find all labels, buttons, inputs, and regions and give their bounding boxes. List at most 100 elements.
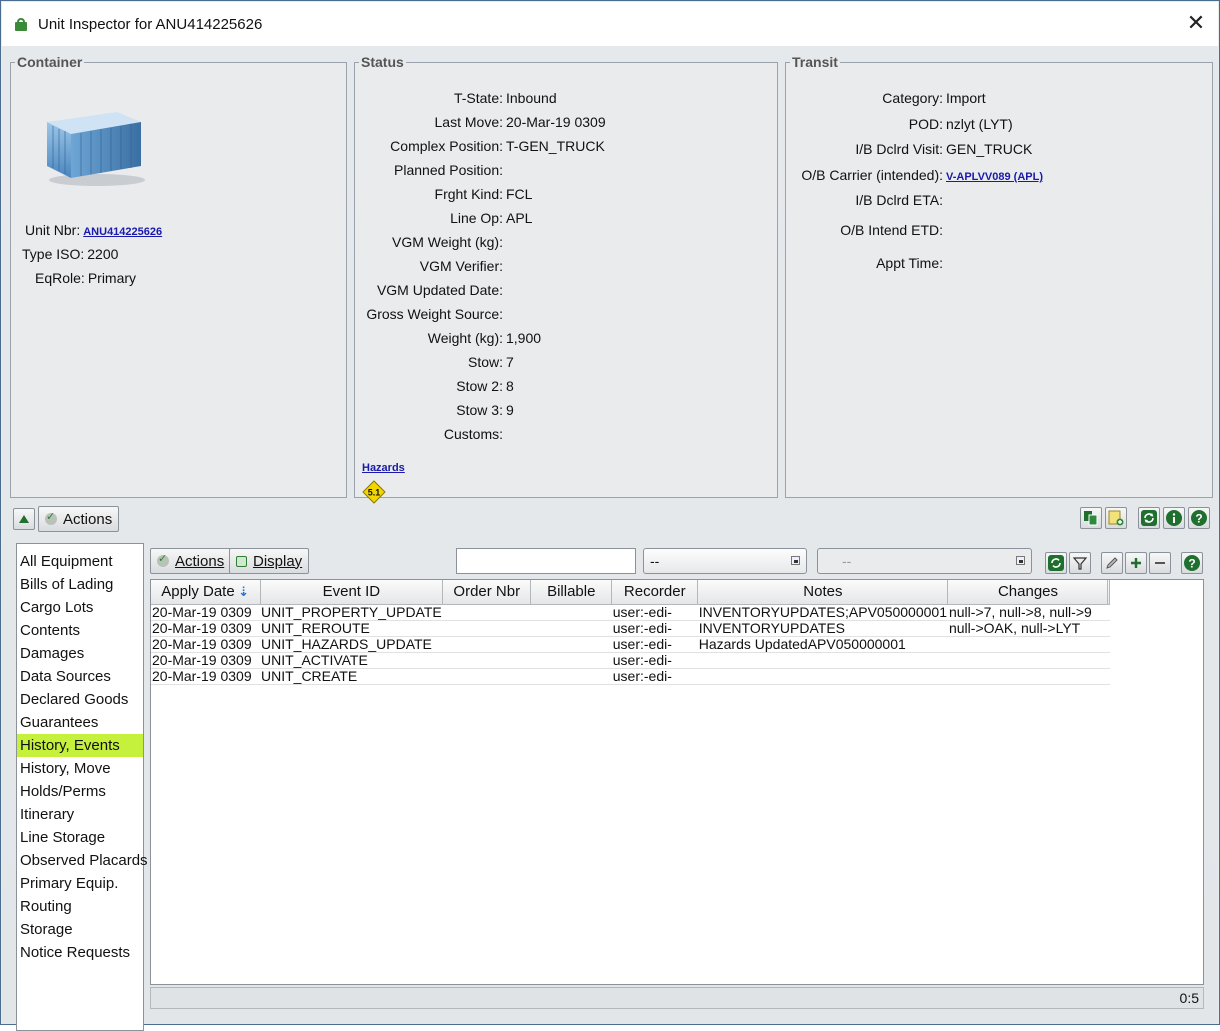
title-bar: Unit Inspector for ANU414225626 ✕ [2,2,1218,46]
status-row: VGM Weight (kg): [355,234,506,250]
refresh-icon [1048,555,1064,571]
status-row: Last Move: 20-Mar-19 0309 [355,114,606,130]
nav-item[interactable]: All Equipment [17,550,143,573]
edit-button[interactable] [1101,552,1123,574]
table-cell: user:-edi- [611,620,698,637]
status-value: 7 [506,354,514,370]
status-row: Stow 2: 8 [355,378,514,394]
table-cell: 20-Mar-19 0309 [151,652,260,669]
table-cell [442,668,531,685]
actions-button[interactable]: Actions [38,506,120,532]
help-button[interactable]: ? [1188,507,1210,529]
unit-nbr-link[interactable]: ANU414225626 [83,226,162,238]
column-header-label: Changes [997,583,1058,601]
transit-value: nzlyt (LYT) [946,116,1013,132]
transit-group: Transit Category: Import POD: nzlyt (LYT) I/… [785,54,1213,498]
nav-item[interactable]: Itinerary [17,803,143,826]
nav-item[interactable]: Guarantees [17,711,143,734]
type-iso-row: Type ISO: 2200 [22,246,118,262]
status-label: Frght Kind: [434,186,503,202]
status-label: Planned Position: [394,162,503,178]
table-row[interactable]: 20-Mar-19 0309 UNIT_HAZARDS_UPDATE user:-e… [151,636,1110,653]
hazards-link[interactable]: Hazards [362,462,405,474]
table-cell: null->OAK, null->LYT [947,620,1108,637]
status-label: Stow: [467,354,503,370]
grid-actions-button[interactable]: Actions [150,548,232,574]
grid-refresh-button[interactable] [1045,552,1067,574]
window-title: Unit Inspector for ANU414225626 [38,15,263,33]
column-header[interactable]: Notes [697,580,949,605]
column-header[interactable]: Recorder [611,580,699,605]
status-value: FCL [506,186,533,202]
unit-inspector-window: Unit Inspector for ANU414225626 ✕ Contai… [0,0,1220,1031]
status-value: 20-Mar-19 0309 [506,114,606,130]
refresh-icon [1141,510,1157,526]
table-cell [697,668,948,685]
help-icon: ? [1184,555,1200,571]
table-row[interactable]: 20-Mar-19 0309 UNIT_PROPERTY_UPDATE user:-… [151,604,1110,621]
eqrole-row: EqRole: Primary [35,270,136,286]
nav-item[interactable]: Bills of Lading [17,573,143,596]
hazard-diamond-icon[interactable]: 5.1 [362,480,386,504]
status-value: 8 [506,378,514,394]
table-cell: null->7, null->8, null->9 [947,604,1108,621]
nav-item[interactable]: Holds/Perms [17,780,143,803]
status-legend: Status [361,54,404,70]
remove-button[interactable] [1149,552,1171,574]
transit-label: O/B Carrier (intended): [801,167,943,183]
nav-item[interactable]: History, Move [17,757,143,780]
grid-footer: 0:5 [150,987,1204,1009]
transit-legend: Transit [792,54,838,70]
add-button[interactable] [1125,552,1147,574]
table-cell: 20-Mar-19 0309 [151,620,260,637]
nav-item[interactable]: Routing [17,895,143,918]
status-row: Stow 3: 9 [355,402,514,418]
status-label: Customs: [443,426,503,442]
column-header[interactable]: Changes [947,580,1109,605]
nav-item[interactable]: Line Storage [17,826,143,849]
column-header[interactable]: Billable [530,580,613,605]
close-button[interactable]: ✕ [1184,12,1208,36]
column-header[interactable]: Order Nbr [442,580,532,605]
nav-item[interactable]: Data Sources [17,665,143,688]
add-note-button[interactable] [1105,507,1127,529]
collapse-button[interactable] [13,508,35,530]
filter-combo[interactable]: -- [643,548,807,574]
content-area: Container Unit Nbr: ANU414225626 Type IS… [2,46,1218,1031]
nav-item[interactable]: Storage [17,918,143,941]
table-row[interactable]: 20-Mar-19 0309 UNIT_REROUTE user:-edi- INVE… [151,620,1110,637]
nav-item[interactable]: Observed Placards [17,849,148,872]
nav-item[interactable]: Notice Requests [17,941,143,964]
nav-item[interactable]: Contents [17,619,143,642]
secondary-combo[interactable]: -- [817,548,1032,574]
table-row[interactable]: 20-Mar-19 0309 UNIT_CREATE user:-edi- [151,668,1110,685]
info-button[interactable] [1163,507,1185,529]
table-row[interactable]: 20-Mar-19 0309 UNIT_ACTIVATE user:-edi- [151,652,1110,669]
ob-carrier-link[interactable]: V-APLVV089 (APL) [946,171,1043,183]
help-icon: ? [1191,510,1207,526]
display-button[interactable]: Display [229,548,310,574]
filter-combo-value: -- [650,553,660,569]
table-cell: UNIT_PROPERTY_UPDATE [260,604,443,621]
column-header[interactable]: Apply Date ⇣ [151,580,261,605]
column-header[interactable]: Event ID [260,580,444,605]
nav-item[interactable]: History, Events [17,734,143,757]
shipping-container-icon [47,112,145,186]
refresh-button[interactable] [1138,507,1160,529]
table-cell [947,636,1108,653]
plus-icon [1131,558,1141,568]
nav-item[interactable]: Damages [17,642,143,665]
search-input[interactable] [456,548,636,574]
triangle-up-icon [19,515,29,523]
grid-help-button[interactable]: ? [1181,552,1203,574]
filter-button[interactable] [1069,552,1091,574]
transit-row: I/B Dclrd Visit: GEN_TRUCK [786,141,1032,157]
svg-text:?: ? [1195,512,1202,526]
table-cell [947,668,1108,685]
nav-item[interactable]: Cargo Lots [17,596,143,619]
table-cell-filler [1107,636,1110,653]
nav-item[interactable]: Declared Goods [17,688,143,711]
status-label: Complex Position: [390,138,503,154]
nav-item[interactable]: Primary Equip. [17,872,143,895]
copy-button[interactable] [1080,507,1102,529]
